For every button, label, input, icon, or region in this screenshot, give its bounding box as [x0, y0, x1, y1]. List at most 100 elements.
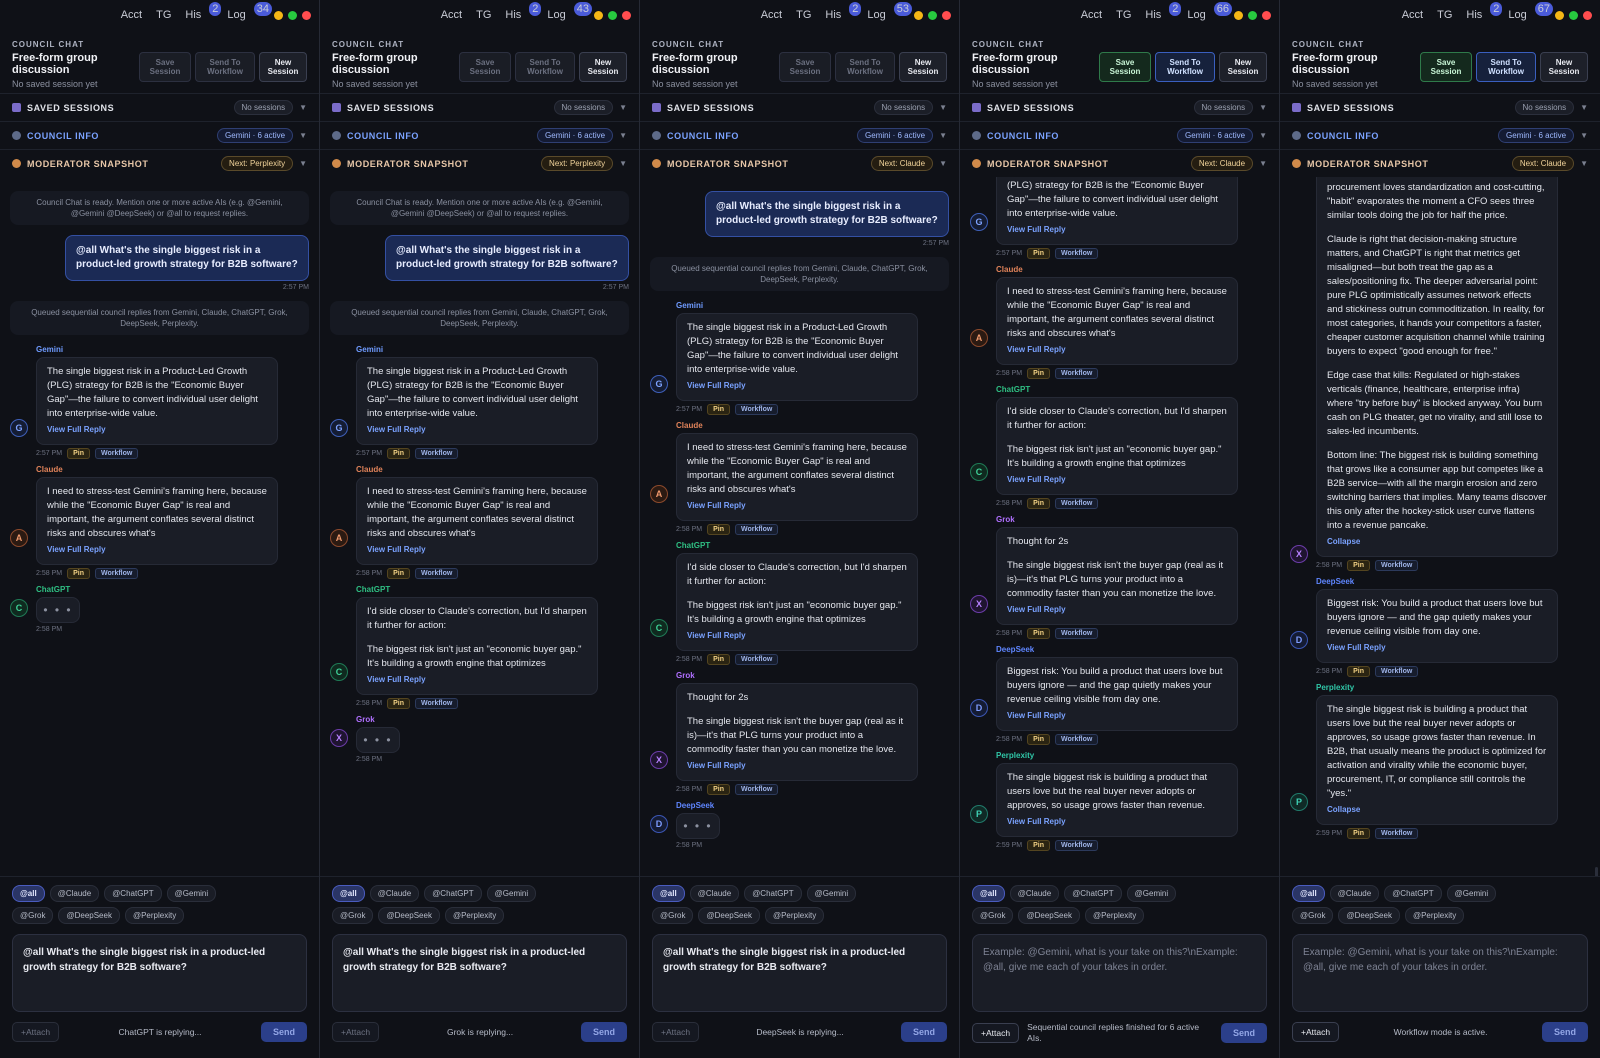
chevron-down-icon[interactable]: ▼ — [939, 103, 947, 112]
mention-deepseek[interactable]: @DeepSeek — [1338, 907, 1400, 924]
pin-button[interactable]: Pin — [387, 448, 410, 459]
nav-tg[interactable]: TG — [796, 9, 811, 21]
workflow-button[interactable]: Workflow — [94, 568, 139, 579]
maximize-button[interactable] — [1569, 10, 1578, 20]
mention-grok[interactable]: @Grok — [652, 907, 694, 924]
send-to-workflow-button[interactable]: Send To Workflow — [1476, 52, 1536, 82]
mention-gemini[interactable]: @Gemini — [1446, 885, 1497, 902]
pin-button[interactable]: Pin — [707, 784, 730, 795]
attach-button[interactable]: +Attach — [1292, 1022, 1340, 1042]
save-session-button[interactable]: Save Session — [139, 52, 191, 82]
mention-deepseek[interactable]: @DeepSeek — [58, 907, 120, 924]
new-session-button[interactable]: New Session — [259, 52, 307, 82]
workflow-button[interactable]: Workflow — [414, 698, 459, 709]
minimize-button[interactable] — [914, 10, 923, 20]
nav-history[interactable]: His 2 — [825, 2, 862, 21]
message-input[interactable]: Example: @Gemini, what is your take on t… — [1292, 934, 1588, 1012]
close-button[interactable] — [1262, 10, 1271, 20]
nav-log[interactable]: Log 34 — [227, 2, 272, 21]
workflow-button[interactable]: Workflow — [1054, 840, 1099, 851]
pin-button[interactable]: Pin — [1027, 368, 1050, 379]
workflow-button[interactable]: Workflow — [1374, 560, 1419, 571]
send-button[interactable]: Send — [581, 1022, 627, 1042]
maximize-button[interactable] — [1248, 10, 1257, 20]
chevron-down-icon[interactable]: ▼ — [1580, 131, 1588, 140]
workflow-button[interactable]: Workflow — [734, 524, 779, 535]
mention-claude[interactable]: @Claude — [49, 885, 100, 902]
council-info-section[interactable]: COUNCIL INFO Gemini · 6 active ▼ — [320, 121, 639, 149]
nav-history[interactable]: His 2 — [505, 2, 542, 21]
send-to-workflow-button[interactable]: Send To Workflow — [515, 52, 575, 82]
view-full-reply-link[interactable]: View Full Reply — [1007, 223, 1227, 237]
workflow-button[interactable]: Workflow — [94, 448, 139, 459]
pin-button[interactable]: Pin — [1027, 248, 1050, 259]
chevron-down-icon[interactable]: ▼ — [1259, 103, 1267, 112]
new-session-button[interactable]: New Session — [1219, 52, 1267, 82]
nav-tg[interactable]: TG — [1437, 9, 1452, 21]
view-full-reply-link[interactable]: View Full Reply — [1327, 641, 1547, 655]
workflow-button[interactable]: Workflow — [1054, 368, 1099, 379]
message-input[interactable]: @all What's the single biggest risk in a… — [332, 934, 627, 1012]
council-info-section[interactable]: COUNCIL INFO Gemini · 6 active ▼ — [640, 121, 959, 149]
send-to-workflow-button[interactable]: Send To Workflow — [195, 52, 255, 82]
pin-button[interactable]: Pin — [707, 404, 730, 415]
send-button[interactable]: Send — [261, 1022, 307, 1042]
mention-deepseek[interactable]: @DeepSeek — [1018, 907, 1080, 924]
message-input[interactable]: @all What's the single biggest risk in a… — [12, 934, 307, 1012]
pin-button[interactable]: Pin — [1027, 734, 1050, 745]
pin-button[interactable]: Pin — [387, 698, 410, 709]
nav-acct[interactable]: Acct — [121, 9, 142, 21]
close-button[interactable] — [942, 10, 951, 20]
pin-button[interactable]: Pin — [67, 448, 90, 459]
scrollbar[interactable] — [1595, 867, 1598, 876]
attach-button[interactable]: +Attach — [652, 1022, 700, 1042]
council-info-section[interactable]: COUNCIL INFO Gemini · 6 active ▼ — [1280, 121, 1600, 149]
view-full-reply-link[interactable]: View Full Reply — [47, 543, 267, 557]
view-full-reply-link[interactable]: View Full Reply — [1007, 815, 1227, 829]
workflow-button[interactable]: Workflow — [734, 654, 779, 665]
chevron-down-icon[interactable]: ▼ — [619, 103, 627, 112]
council-info-section[interactable]: COUNCIL INFO Gemini · 6 active ▼ — [960, 121, 1279, 149]
workflow-button[interactable]: Workflow — [1054, 734, 1099, 745]
moderator-snapshot-section[interactable]: MODERATOR SNAPSHOT Next: Perplexity ▼ — [320, 149, 639, 177]
nav-log[interactable]: Log 53 — [867, 2, 912, 21]
attach-button[interactable]: +Attach — [332, 1022, 380, 1042]
chevron-down-icon[interactable]: ▼ — [299, 159, 307, 168]
chevron-down-icon[interactable]: ▼ — [1259, 131, 1267, 140]
view-full-reply-link[interactable]: View Full Reply — [687, 629, 907, 643]
nav-log[interactable]: Log 43 — [547, 2, 592, 21]
mention-chatgpt[interactable]: @ChatGPT — [424, 885, 482, 902]
workflow-button[interactable]: Workflow — [414, 448, 459, 459]
pin-button[interactable]: Pin — [1347, 666, 1370, 677]
message-input[interactable]: @all What's the single biggest risk in a… — [652, 934, 947, 1012]
saved-sessions-section[interactable]: SAVED SESSIONS No sessions ▼ — [320, 93, 639, 121]
nav-history[interactable]: His 2 — [1466, 2, 1503, 21]
workflow-button[interactable]: Workflow — [414, 568, 459, 579]
mention-deepseek[interactable]: @DeepSeek — [378, 907, 440, 924]
mention-claude[interactable]: @Claude — [369, 885, 420, 902]
mention-all[interactable]: @all — [12, 885, 45, 902]
mention-all[interactable]: @all — [652, 885, 685, 902]
view-full-reply-link[interactable]: View Full Reply — [367, 423, 587, 437]
mention-perplexity[interactable]: @Perplexity — [1084, 907, 1145, 924]
council-info-section[interactable]: COUNCIL INFO Gemini · 6 active ▼ — [0, 121, 319, 149]
new-session-button[interactable]: New Session — [899, 52, 947, 82]
mention-grok[interactable]: @Grok — [1292, 907, 1334, 924]
moderator-snapshot-section[interactable]: MODERATOR SNAPSHOT Next: Perplexity ▼ — [0, 149, 319, 177]
collapse-link[interactable]: Collapse — [1327, 803, 1547, 817]
pin-button[interactable]: Pin — [1347, 828, 1370, 839]
workflow-button[interactable]: Workflow — [1054, 628, 1099, 639]
mention-claude[interactable]: @Claude — [1009, 885, 1060, 902]
attach-button[interactable]: +Attach — [12, 1022, 60, 1042]
pin-button[interactable]: Pin — [1347, 560, 1370, 571]
mention-chatgpt[interactable]: @ChatGPT — [1064, 885, 1122, 902]
send-to-workflow-button[interactable]: Send To Workflow — [835, 52, 895, 82]
workflow-button[interactable]: Workflow — [1054, 248, 1099, 259]
mention-perplexity[interactable]: @Perplexity — [124, 907, 185, 924]
nav-acct[interactable]: Acct — [441, 9, 462, 21]
mention-grok[interactable]: @Grok — [332, 907, 374, 924]
send-to-workflow-button[interactable]: Send To Workflow — [1155, 52, 1215, 82]
save-session-button[interactable]: Save Session — [1420, 52, 1472, 82]
mention-gemini[interactable]: @Gemini — [1126, 885, 1177, 902]
chevron-down-icon[interactable]: ▼ — [299, 103, 307, 112]
